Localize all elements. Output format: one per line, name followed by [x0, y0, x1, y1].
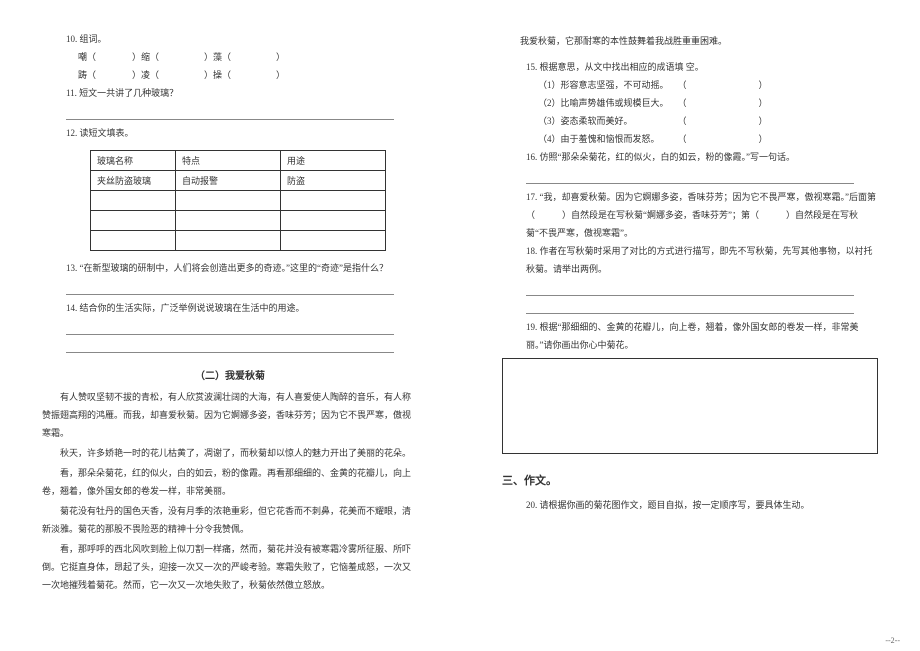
q11-label: 11. 短文一共讲了几种玻璃？ [42, 84, 418, 102]
passage-paragraph: 看，那呼呼的西北风吹到脸上似刀割一样痛，然而，菊花并没有被寒霜冷雾所征服、所吓倒… [42, 540, 418, 594]
q15-item-3: （3）姿态柔软而美好。 （ ） [502, 112, 878, 130]
q18-answer-line-2 [526, 302, 854, 314]
table-row: 夹丝防盗玻璃 自动报警 防盗 [91, 171, 386, 191]
q19-label: 19. 根据“那细细的、金黄的花瓣儿，向上卷，翘着，像外国女郎的卷发一样，非常美… [502, 318, 878, 354]
passage-paragraph: 看，那朵朵菊花，红的似火，白的如云，粉的像霞。再看那细细的、金黄的花瓣儿，向上卷… [42, 464, 418, 500]
drawing-box [502, 358, 878, 454]
q17-label: 17. “我，却喜爱秋菊。因为它婀娜多姿，香味芬芳；因为它不畏严寒，傲视寒霜。”… [502, 188, 878, 242]
q15-item-2: （2）比喻声势雄伟或规模巨大。 （ ） [502, 94, 878, 112]
q16-answer-line [526, 172, 854, 184]
table-row: 玻璃名称 特点 用途 [91, 151, 386, 171]
q13-answer-line [66, 283, 394, 295]
q18-label: 18. 作者在写秋菊时采用了对比的方式进行描写，即先不写秋菊，先写其他事物，以衬… [502, 242, 878, 278]
page-left: 10. 组词。 嘲（ ）缩（ ）藻（ ） 踌（ ）凌（ ）操（ ） 11. 短文… [0, 0, 460, 651]
q15-item-4: （4）由于羞愧和恼恨而发怒。 （ ） [502, 130, 878, 148]
q10-row-b: 踌（ ）凌（ ）操（ ） [42, 66, 418, 84]
q10-label: 10. 组词。 [42, 30, 418, 48]
cell-feature: 自动报警 [176, 171, 281, 191]
passage-paragraph: 菊花没有牡丹的国色天香，没有月季的浓艳重彩，但它花香而不刺鼻，花美而不耀眼，清新… [42, 502, 418, 538]
table-row [91, 211, 386, 231]
cell-name: 夹丝防盗玻璃 [91, 171, 176, 191]
q11-answer-line [66, 108, 394, 120]
table-header-feature: 特点 [176, 151, 281, 171]
table-row [91, 191, 386, 211]
q15-item-1: （1）形容意志坚强，不可动摇。 （ ） [502, 76, 878, 94]
passage-paragraph: 秋天，许多娇艳一时的花儿枯黄了，凋谢了，而秋菊却以惊人的魅力开出了美丽的花朵。 [42, 444, 418, 462]
table-header-use: 用途 [281, 151, 386, 171]
q18-answer-line-1 [526, 284, 854, 296]
q13-label: 13. “在新型玻璃的研制中，人们将会创造出更多的奇迹。”这里的“奇迹”是指什么… [42, 259, 418, 277]
table-row [91, 231, 386, 251]
passage-2-title: （二）我爱秋菊 [42, 367, 418, 382]
q14-answer-line-1 [66, 323, 394, 335]
q14-answer-line-2 [66, 341, 394, 353]
q16-label: 16. 仿照“那朵朵菊花，红的似火，白的如云，粉的像霞。”写一句话。 [502, 148, 878, 166]
q14-label: 14. 结合你的生活实际，广泛举例说说玻璃在生活中的用途。 [42, 299, 418, 317]
section-3-heading: 三、作文。 [502, 472, 878, 488]
q10-row-a: 嘲（ ）缩（ ）藻（ ） [42, 48, 418, 66]
q20-label: 20. 请根据你画的菊花图作文，题目自拟，按一定顺序写，要具体生动。 [502, 496, 878, 514]
page-number: --2-- [885, 636, 900, 645]
passage-paragraph: 我爱秋菊，它那耐寒的本性鼓舞着我战胜重重困难。 [502, 32, 878, 50]
q12-label: 12. 读短文填表。 [42, 124, 418, 142]
q15-label: 15. 根据意思，从文中找出相应的成语填 空。 [502, 58, 878, 76]
cell-use: 防盗 [281, 171, 386, 191]
passage-paragraph: 有人赞叹坚韧不拔的青松，有人欣赏波澜壮阔的大海，有人喜爱使人陶醉的音乐，有人称赞… [42, 388, 418, 442]
page-right: 我爱秋菊，它那耐寒的本性鼓舞着我战胜重重困难。 15. 根据意思，从文中找出相应… [460, 0, 920, 651]
table-header-name: 玻璃名称 [91, 151, 176, 171]
glass-table: 玻璃名称 特点 用途 夹丝防盗玻璃 自动报警 防盗 [90, 150, 386, 251]
